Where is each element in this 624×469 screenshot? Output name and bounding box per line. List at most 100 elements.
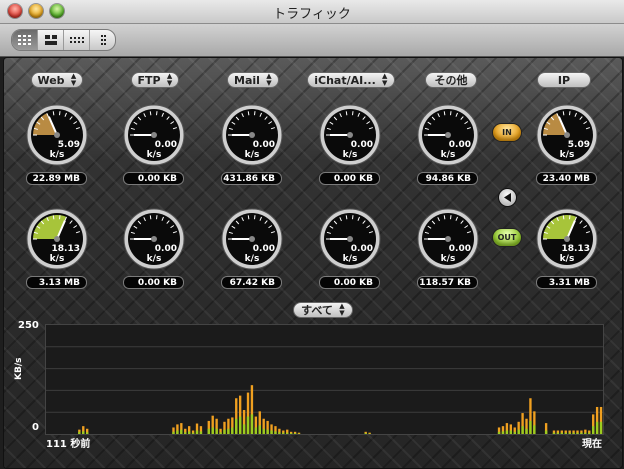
out-bar <box>517 429 520 434</box>
gauge-unit: k/s <box>49 150 65 160</box>
out-bar <box>595 421 599 434</box>
gauge-in-other: 0.00 k/s <box>417 104 479 166</box>
gauge-in-ip: 5.09 k/s <box>536 104 598 166</box>
grid-view-button[interactable] <box>12 30 38 50</box>
filter-label: すべて <box>301 304 333 317</box>
out-bar <box>289 433 293 434</box>
out-bar <box>172 431 175 434</box>
out-bar <box>572 432 575 434</box>
gauge-value: 0.00 <box>252 244 275 254</box>
gauge-in-ichat: 0.00 k/s <box>319 104 381 166</box>
gauge-unit: k/s <box>146 150 162 160</box>
gauge-unit: k/s <box>342 254 358 264</box>
gauge-value: 0.00 <box>154 244 177 254</box>
gauge-value: 0.00 <box>350 244 373 254</box>
y-min-label: 0 <box>32 422 39 433</box>
out-bar <box>254 427 258 434</box>
up-down-arrow-icon: ▲ ▼ <box>266 72 272 87</box>
out-bar <box>533 425 536 434</box>
out-bar <box>521 426 524 434</box>
category-label: FTP <box>137 73 161 87</box>
out-bar <box>195 430 199 434</box>
total-out-ichat: 0.00 KB <box>319 276 380 289</box>
gauge-in-web: 5.09 k/s <box>26 104 88 166</box>
out-bar <box>180 429 183 434</box>
out-bar <box>599 421 603 434</box>
total-in-mail: 431.86 KB <box>221 172 282 185</box>
out-bar <box>278 432 281 434</box>
in-indicator: IN <box>493 124 521 141</box>
out-bar <box>364 433 367 434</box>
view-segmented-control <box>11 29 116 51</box>
quad-view-button[interactable] <box>38 30 64 50</box>
category-label: iChat/AI... <box>314 73 376 87</box>
category-popup-web[interactable]: Web ▲ ▼ <box>31 72 83 88</box>
out-indicator: OUT <box>493 229 521 246</box>
up-down-arrow-icon: ▲ ▼ <box>70 72 77 87</box>
gauge-out-other: 0.00 k/s <box>417 208 479 270</box>
category-popup-mail[interactable]: Mail ▲ ▼ <box>227 72 279 88</box>
gauge-value: 18.13 <box>561 244 590 254</box>
column-view-button[interactable] <box>90 30 115 50</box>
back-arrow-button[interactable] <box>499 189 516 206</box>
out-bar <box>270 430 273 434</box>
gauge-unit: k/s <box>559 150 575 160</box>
out-bar <box>238 416 242 434</box>
category-popup-ftp[interactable]: FTP ▲ ▼ <box>131 72 179 88</box>
out-bar <box>556 432 560 434</box>
gauge-value: 18.13 <box>51 244 80 254</box>
out-bar <box>262 428 265 434</box>
gauge-out-ichat: 0.00 k/s <box>319 208 381 270</box>
out-bar <box>529 420 532 434</box>
out-bar <box>199 431 203 434</box>
gauge-unit: k/s <box>244 254 260 264</box>
total-in-other: 94.86 KB <box>417 172 478 185</box>
out-bar <box>505 430 509 434</box>
up-down-arrow-icon: ▲ ▼ <box>166 72 173 87</box>
out-bar <box>568 432 571 434</box>
out-bar <box>207 428 210 434</box>
out-bar <box>250 414 254 434</box>
out-bar <box>544 430 548 434</box>
gauge-value: 0.00 <box>448 244 471 254</box>
out-bar <box>219 432 222 434</box>
out-bar <box>509 430 512 434</box>
category-label: IP <box>557 73 571 87</box>
out-bar <box>592 426 595 434</box>
category-label: その他 <box>434 74 468 87</box>
out-bar <box>576 432 579 434</box>
total-out-ip: 3.31 MB <box>536 276 597 289</box>
x-start-label: 111 秒前 <box>46 439 91 450</box>
gauge-unit: k/s <box>559 254 575 264</box>
out-bar <box>78 431 81 434</box>
quad-icon <box>44 35 57 45</box>
gauge-unit: k/s <box>342 150 358 160</box>
category-label-other: その他 <box>425 72 477 88</box>
out-bar <box>266 429 269 434</box>
gauge-value: 0.00 <box>448 140 471 150</box>
out-bar <box>525 428 528 434</box>
up-down-arrow-icon: ▲ ▼ <box>382 72 388 87</box>
out-bar <box>584 432 587 434</box>
category-popup-ichat[interactable]: iChat/AI... ▲ ▼ <box>307 72 395 88</box>
category-label: Mail <box>234 73 260 87</box>
gauge-unit: k/s <box>440 150 456 160</box>
category-label: Web <box>37 73 65 87</box>
history-filter-popup[interactable]: すべて ▲ ▼ <box>293 302 353 318</box>
out-bar <box>184 432 187 434</box>
row-view-button[interactable] <box>64 30 90 50</box>
out-bar <box>231 427 234 434</box>
out-bar <box>282 432 285 434</box>
gauge-out-ftp: 0.00 k/s <box>123 208 185 270</box>
out-bar <box>588 432 591 434</box>
traffic-panel: Web ▲ ▼ FTP ▲ ▼ Mail ▲ ▼ iChat/AI... ▲ ▼ その他 IP … <box>3 57 623 469</box>
columns-icon <box>100 35 106 45</box>
out-bar <box>552 432 556 434</box>
grid-icon <box>17 35 31 45</box>
x-end-label: 現在 <box>582 439 602 450</box>
out-bar <box>274 431 277 434</box>
toolbar <box>0 24 624 57</box>
out-bar <box>286 432 289 434</box>
total-in-ip: 23.40 MB <box>536 172 597 185</box>
gauge-unit: k/s <box>440 254 456 264</box>
